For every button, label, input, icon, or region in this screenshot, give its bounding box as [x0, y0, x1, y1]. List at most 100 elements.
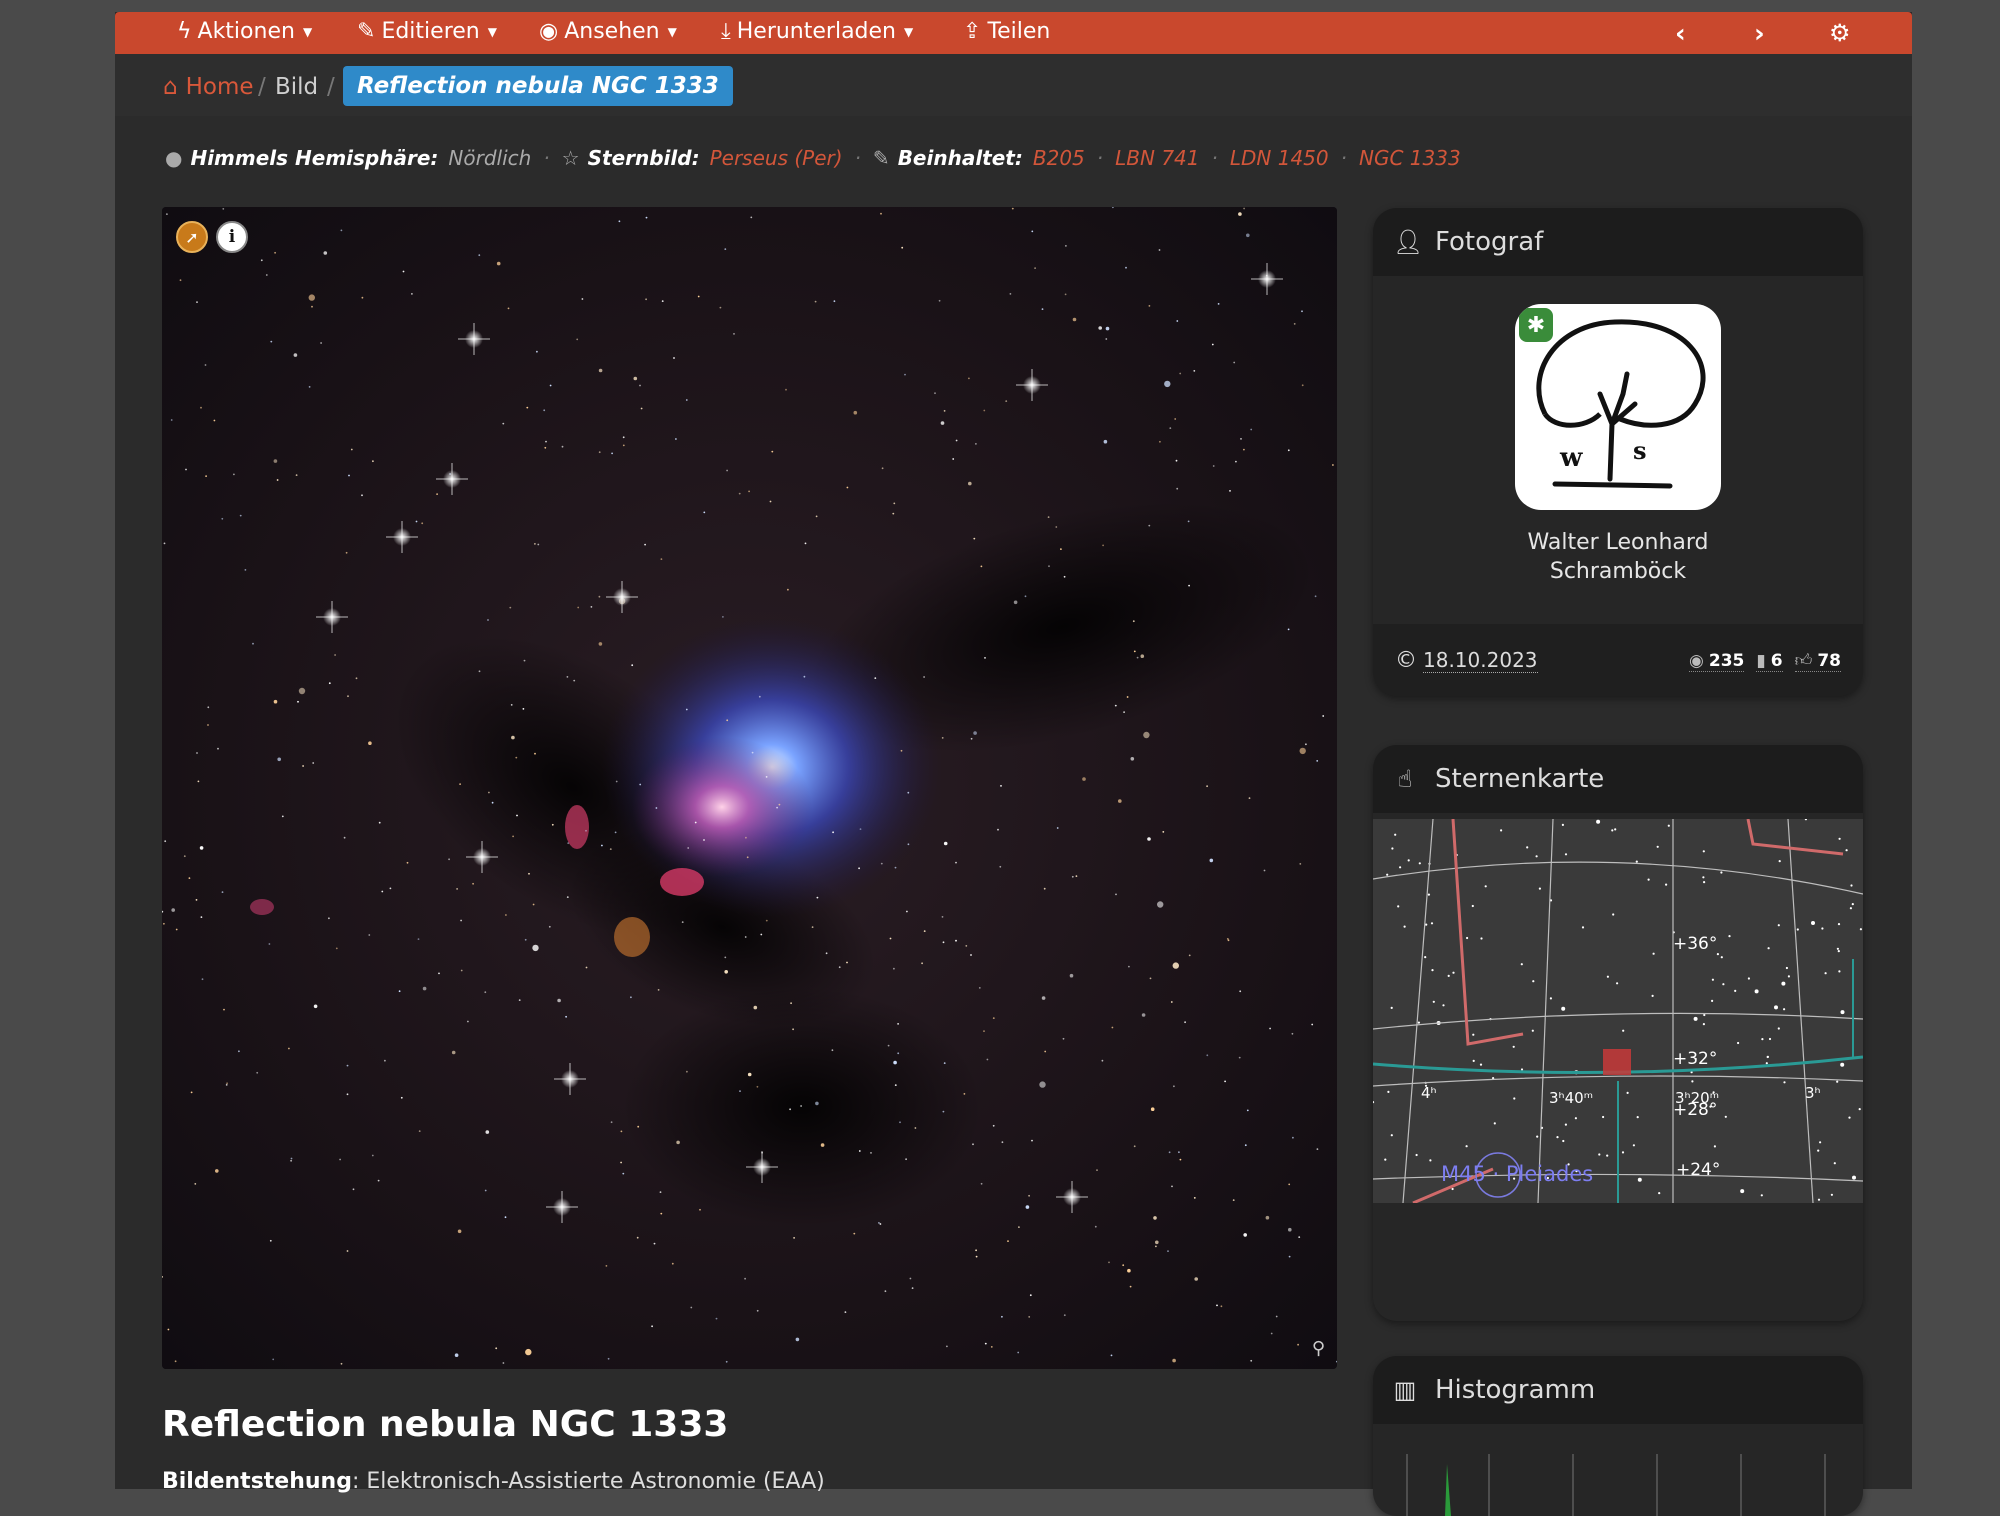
star	[893, 1060, 897, 1065]
star	[1206, 785, 1208, 788]
map-star	[1614, 828, 1617, 831]
map-star	[1430, 922, 1434, 925]
map-star	[1632, 1144, 1635, 1147]
star	[904, 373, 906, 376]
info-icon[interactable]: i	[216, 221, 248, 253]
star	[1111, 1026, 1114, 1029]
star	[622, 444, 625, 447]
star	[644, 543, 646, 546]
star	[485, 1130, 490, 1134]
star	[548, 925, 551, 928]
map-star	[1656, 845, 1659, 848]
star	[1063, 575, 1066, 578]
object-link-lbn741[interactable]: LBN 741	[1115, 146, 1199, 170]
star	[346, 1093, 349, 1096]
map-star	[1611, 829, 1614, 832]
map-star	[1429, 1159, 1432, 1162]
star	[1141, 1013, 1146, 1017]
map-star	[1399, 866, 1402, 869]
astro-image[interactable]: ➚ i ⚲	[162, 207, 1337, 1369]
star	[1075, 875, 1078, 877]
fullscreen-icon[interactable]: ⚲	[1312, 1338, 1325, 1359]
gear-icon: ⚙	[1829, 19, 1851, 47]
star	[1031, 1139, 1033, 1142]
avatar[interactable]: w s ✱	[1515, 304, 1721, 510]
object-link-ngc1333[interactable]: NGC 1333	[1359, 146, 1461, 170]
star	[660, 558, 663, 560]
star	[715, 1317, 718, 1320]
map-star	[1417, 1021, 1420, 1024]
map-star	[1602, 1115, 1605, 1119]
star	[769, 500, 772, 503]
star	[983, 1030, 985, 1032]
star	[313, 1004, 318, 1009]
likes-count: 78	[1817, 650, 1841, 671]
star	[1263, 869, 1266, 872]
image-stats: ◉ 235 ▮ 6 👍︎ 78	[1689, 650, 1841, 672]
nav-edit[interactable]: ✎ Editieren ▼	[357, 19, 497, 44]
breadcrumb-section[interactable]: Bild	[275, 74, 318, 100]
star	[1288, 1255, 1291, 1258]
home-icon: ⌂	[163, 74, 178, 100]
star	[515, 756, 518, 759]
star	[614, 831, 617, 834]
star	[1292, 1136, 1294, 1139]
map-star	[1811, 921, 1815, 925]
star	[611, 452, 613, 455]
map-star	[1512, 1045, 1515, 1048]
star	[633, 376, 638, 381]
m45-label[interactable]: M45 · Pleiades	[1441, 1162, 1593, 1186]
star	[273, 699, 278, 704]
star	[415, 520, 418, 523]
star	[889, 937, 892, 940]
settings-button[interactable]: ⚙	[1829, 19, 1851, 47]
object-link-ldn1450[interactable]: LDN 1450	[1230, 146, 1329, 170]
map-star	[1452, 971, 1455, 974]
nav-actions[interactable]: ϟ Aktionen ▼	[177, 19, 312, 44]
bolt-icon: ϟ	[177, 19, 192, 44]
star	[975, 1249, 977, 1252]
map-star	[1840, 1062, 1845, 1067]
star	[215, 1169, 219, 1173]
star	[355, 677, 358, 680]
photographer-name[interactable]: Walter Leonhard Schramböck	[1373, 528, 1863, 586]
prev-image-button[interactable]: ‹	[1675, 19, 1686, 49]
star	[1143, 731, 1150, 739]
nav-download[interactable]: ⤓ Herunterladen ▼	[721, 19, 913, 44]
nav-view[interactable]: ◉ Ansehen ▼	[539, 19, 677, 44]
star	[1157, 901, 1164, 908]
star	[1171, 1185, 1173, 1188]
star	[778, 803, 781, 806]
breadcrumb-home[interactable]: ⌂ Home	[163, 74, 254, 100]
skymap[interactable]: +36° +32° +24° +28° 4ʰ 3ʰ40ᵐ 3ʰ20ᵐ 3ʰ M4…	[1373, 819, 1863, 1203]
star	[660, 1212, 663, 1215]
star	[1299, 863, 1302, 865]
map-star	[1471, 904, 1474, 908]
next-image-button[interactable]: ›	[1754, 19, 1765, 49]
bookmarks-stat[interactable]: ▮ 6	[1756, 651, 1783, 672]
map-star	[1493, 1122, 1496, 1125]
star	[484, 991, 487, 994]
meta-separator: ·	[1096, 146, 1104, 170]
nav-share[interactable]: ⇪ Teilen	[963, 19, 1050, 44]
star	[968, 481, 972, 486]
likes-stat[interactable]: 👍︎ 78	[1794, 650, 1841, 672]
constellation-link[interactable]: Perseus (Per)	[710, 146, 843, 170]
object-link-b205[interactable]: B205	[1033, 146, 1085, 170]
map-star	[1531, 1029, 1534, 1032]
star	[459, 783, 461, 785]
star	[771, 450, 774, 453]
star	[510, 704, 513, 706]
star	[940, 421, 945, 425]
star	[1301, 384, 1304, 387]
star	[196, 752, 198, 754]
map-star	[1703, 881, 1706, 884]
star	[1216, 1304, 1218, 1307]
award-badge-icon[interactable]: ➚	[176, 221, 208, 253]
star	[1322, 715, 1325, 717]
map-star	[1804, 819, 1807, 821]
star	[859, 828, 862, 830]
star	[997, 828, 999, 831]
histogram-card: ▥ Histogramm	[1373, 1356, 1863, 1516]
star	[622, 1172, 625, 1175]
